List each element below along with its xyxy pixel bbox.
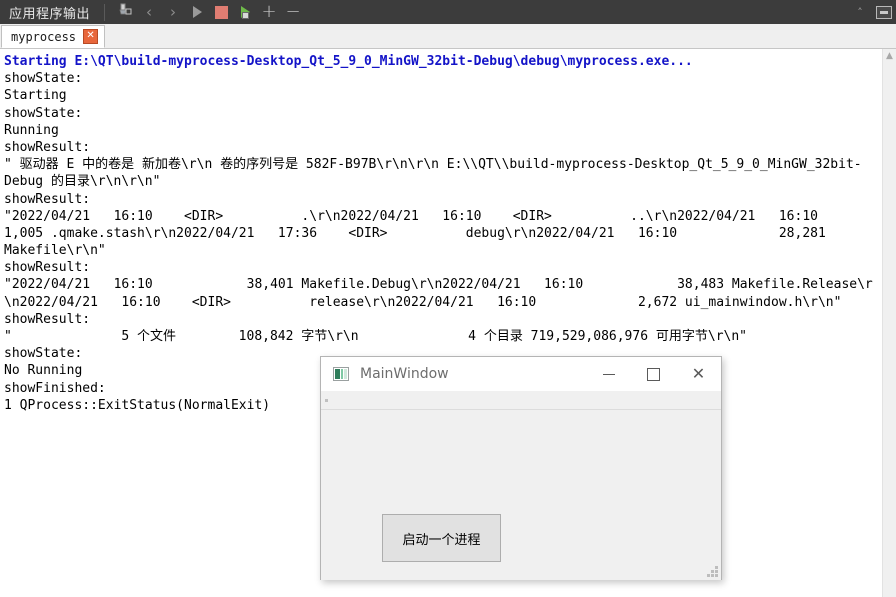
maximize-pane-button[interactable] xyxy=(872,0,896,24)
output-tab-strip: myprocess ✕ xyxy=(0,24,896,49)
collapse-pane-button[interactable]: ˄ xyxy=(848,0,872,24)
page-title: 应用程序输出 xyxy=(9,6,91,22)
output-line: " 驱动器 E 中的卷是 新加卷\r\n 卷的序列号是 582F-B97B\r\… xyxy=(4,157,862,173)
run-button[interactable] xyxy=(185,0,209,24)
minimize-icon xyxy=(602,373,615,375)
output-line: Starting xyxy=(4,88,67,104)
tab-myprocess[interactable]: myprocess ✕ xyxy=(1,25,106,48)
minimize-button[interactable] xyxy=(586,357,631,391)
output-line: Running xyxy=(4,122,59,138)
output-line: showResult: xyxy=(4,260,91,276)
previous-item-button[interactable]: ‹ xyxy=(137,0,161,24)
close-icon[interactable]: ✕ xyxy=(83,29,99,44)
zoom-in-button[interactable]: + xyxy=(257,0,281,24)
stop-button[interactable] xyxy=(209,0,233,24)
chevron-right-icon: › xyxy=(170,2,177,21)
next-item-button[interactable]: › xyxy=(161,0,185,24)
scroll-up-icon[interactable]: ▲ xyxy=(883,49,896,63)
debug-button[interactable] xyxy=(233,0,257,24)
close-button[interactable]: ✕ xyxy=(676,357,721,391)
output-pane-titlebar: 应用程序输出 ‹ › + − ˄ xyxy=(0,0,896,24)
mainwindow-title: MainWindow xyxy=(360,366,449,382)
maximize-icon xyxy=(647,367,660,381)
output-line: showResult: xyxy=(4,139,91,155)
output-line: Starting E:\QT\build-myprocess-Desktop_Q… xyxy=(4,54,693,69)
application-icon xyxy=(333,367,349,381)
play-debug-icon xyxy=(240,6,250,19)
resize-grip[interactable] xyxy=(707,566,718,577)
mainwindow-client-area: 启动一个进程 xyxy=(321,410,721,580)
clear-pane-icon xyxy=(117,2,134,22)
play-icon xyxy=(192,6,202,18)
mainwindow-window-controls: ✕ xyxy=(586,357,721,391)
zoom-out-button[interactable]: − xyxy=(281,0,305,24)
output-line: \n2022/04/21 16:10 <DIR> release\r\n2022… xyxy=(4,294,842,310)
output-vertical-scrollbar[interactable]: ▲ xyxy=(882,49,896,597)
output-line: Makefile\r\n" xyxy=(4,243,106,259)
maximize-pane-icon xyxy=(876,5,892,19)
output-line: " 5 个文件 108,842 字节\r\n 4 个目录 719,529,086… xyxy=(4,329,747,344)
scrollbar-thumb[interactable] xyxy=(883,63,896,503)
output-line: showResult: xyxy=(4,311,91,327)
minus-icon: − xyxy=(285,1,301,22)
pane-window-controls: ˄ xyxy=(848,0,896,24)
tab-label: myprocess xyxy=(11,29,77,44)
maximize-button[interactable] xyxy=(631,357,676,391)
mainwindow-titlebar[interactable]: MainWindow ✕ xyxy=(321,357,721,392)
application-output-pane: 应用程序输出 ‹ › + − ˄ myprocess ✕ Starting E:… xyxy=(0,0,896,597)
chevron-up-icon: ˄ xyxy=(857,5,863,19)
start-process-button[interactable]: 启动一个进程 xyxy=(382,514,501,562)
output-line: showState: xyxy=(4,71,83,87)
chevron-left-icon: ‹ xyxy=(146,2,153,21)
mainwindow-dialog[interactable]: MainWindow ✕ 启动一个进程 xyxy=(320,356,722,580)
output-line: 1,005 .qmake.stash\r\n2022/04/21 17:36 <… xyxy=(4,225,826,241)
output-line: "2022/04/21 16:10 38,401 Makefile.Debug\… xyxy=(4,277,873,293)
stop-square-icon xyxy=(214,5,228,19)
plus-icon: + xyxy=(261,1,277,22)
mainwindow-menubar[interactable] xyxy=(321,392,721,410)
toolbar-divider xyxy=(104,3,106,21)
clear-pane-button[interactable] xyxy=(113,0,137,24)
output-line: showState: xyxy=(4,105,83,121)
close-icon: ✕ xyxy=(691,364,706,383)
output-line: "2022/04/21 16:10 <DIR> .\r\n2022/04/21 … xyxy=(4,208,818,224)
output-line: Debug 的目录\r\n\r\n" xyxy=(4,174,161,190)
output-line: showResult: xyxy=(4,191,91,207)
